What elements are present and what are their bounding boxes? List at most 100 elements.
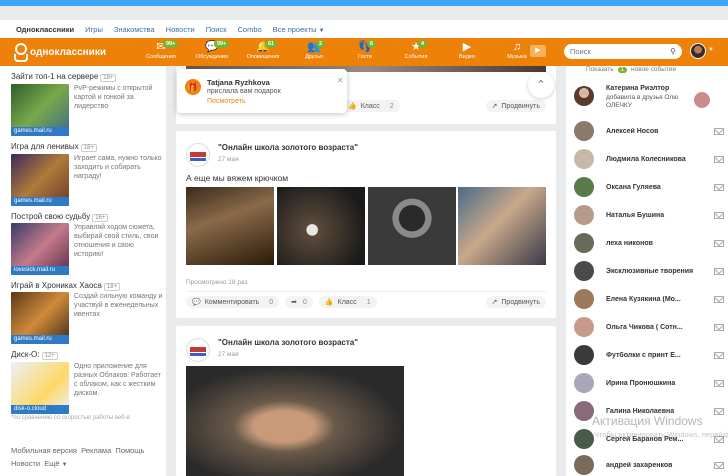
message-icon[interactable] <box>714 127 724 135</box>
group-avatar[interactable] <box>186 338 210 362</box>
friend-item[interactable]: Наталья Бушина <box>574 205 724 225</box>
friend-item[interactable]: Оксана Гуляева <box>574 177 724 197</box>
promo-title[interactable]: Зайти топ-1 на сервере 18+ <box>11 72 117 82</box>
ok-logo[interactable]: одноклассники <box>12 43 106 61</box>
toolbar-events[interactable]: ★ События 4 <box>396 40 436 66</box>
topnav-combo[interactable]: Combo <box>238 25 262 34</box>
toolbar-video[interactable]: ▶ Видео <box>447 40 487 66</box>
notification-view-link[interactable]: Посмотреть <box>207 98 246 105</box>
friend-item[interactable]: леха никонов <box>574 233 724 253</box>
promote-label: Продвинуть <box>501 298 540 306</box>
friend-name: андрей захаренков <box>606 461 673 469</box>
event-avatar[interactable] <box>574 86 594 106</box>
promo-title[interactable]: Построй свою судьбу 16+ <box>11 212 109 222</box>
friend-item[interactable]: Алексей Носов <box>574 121 724 141</box>
friend-item[interactable]: Ирина Пронюшкина <box>574 373 724 393</box>
friend-item[interactable]: Елена Кузякина (Мо... <box>574 289 724 309</box>
topnav-news[interactable]: Новости <box>166 25 195 34</box>
search-box[interactable]: ⚲ <box>564 44 682 59</box>
group-name[interactable]: "Онлайн школа золотого возраста" <box>218 143 358 152</box>
comment-count: 0 <box>269 298 274 306</box>
message-icon[interactable] <box>714 323 724 331</box>
player-play-icon[interactable]: ▶ <box>530 45 546 57</box>
friend-avatar <box>574 401 594 421</box>
badge: 6 <box>367 40 377 48</box>
friend-avatar <box>574 233 594 253</box>
post-photo-large[interactable] <box>186 366 404 476</box>
promo-image[interactable]: games.mail.ru <box>11 154 69 206</box>
message-icon[interactable] <box>714 155 724 163</box>
scroll-up-button[interactable]: ⌃ <box>528 72 554 98</box>
like-label: Класс <box>360 102 380 110</box>
friend-item[interactable]: Ольга Чикова ( Сотн... <box>574 317 724 337</box>
promo-image[interactable]: games.mail.ru <box>11 292 69 344</box>
promo-title[interactable]: Диск-О: 12+ <box>11 350 58 360</box>
message-icon[interactable] <box>714 461 724 469</box>
promo-title-text: Построй свою судьбу <box>11 212 91 221</box>
topnav-dating[interactable]: Знакомства <box>114 25 155 34</box>
promo-title[interactable]: Игра для ленивых 18+ <box>11 142 97 152</box>
user-avatar[interactable] <box>690 43 706 59</box>
toolbar-label: Гости <box>357 54 372 60</box>
search-input[interactable] <box>570 47 671 56</box>
friend-item[interactable]: Людмила Колесникова <box>574 149 724 169</box>
promote-button[interactable]: ↗ Продвинуть <box>485 100 546 112</box>
promo-image[interactable]: disk-o.cloud <box>11 362 69 414</box>
promote-button[interactable]: ↗ Продвинуть <box>485 296 546 308</box>
share-button[interactable]: ➦ 0 <box>285 296 313 308</box>
promo-image[interactable]: games.mail.ru <box>11 84 69 136</box>
message-icon[interactable] <box>714 379 724 387</box>
gift-notification[interactable]: 🎁 Tatjana Ryzhkova прислала вам подарок … <box>177 69 347 113</box>
message-icon[interactable] <box>714 239 724 247</box>
share-icon: ➦ <box>291 299 297 306</box>
group-name[interactable]: "Онлайн школа золотого возраста" <box>218 338 358 347</box>
like-button[interactable]: 👍 Класс 2 <box>342 100 400 112</box>
toolbar-notifications[interactable]: 🔔 Оповещения 61 <box>243 40 283 66</box>
gift-icon: 🎁 <box>185 79 201 95</box>
comment-button[interactable]: 💬 Комментировать 0 <box>186 296 280 308</box>
promo-caption: disk-o.cloud <box>11 405 69 414</box>
toolbar-messages[interactable]: ✉ Сообщения 99+ <box>141 40 181 66</box>
topnav-odnoklassniki[interactable]: Одноклассники <box>16 25 74 34</box>
friend-item[interactable]: андрей захаренков <box>574 455 724 475</box>
promo-image[interactable]: lovesick.mail.ru <box>11 223 69 275</box>
topnav-games[interactable]: Игры <box>85 25 103 34</box>
search-icon[interactable]: ⚲ <box>670 47 676 56</box>
chevron-down-icon[interactable]: ▼ <box>708 47 714 53</box>
badge: 61 <box>265 40 278 48</box>
toolbar-friends[interactable]: 👥 Друзья 2 <box>294 40 334 66</box>
message-icon[interactable] <box>714 351 724 359</box>
message-icon[interactable] <box>714 267 724 275</box>
new-events-header[interactable]: Показать 1 новое событие <box>586 66 676 73</box>
friend-avatar <box>574 121 594 141</box>
toolbar-guests[interactable]: 👣 Гости 6 <box>345 40 385 66</box>
footer-more-link[interactable]: Ещё <box>44 459 59 468</box>
post-photo[interactable] <box>458 187 546 265</box>
like-button[interactable]: 👍 Класс 1 <box>318 296 377 308</box>
toolbar-label: Видео <box>458 54 476 60</box>
badge: 99+ <box>214 40 230 48</box>
notification-sender[interactable]: Tatjana Ryzhkova <box>207 78 270 87</box>
message-icon[interactable] <box>714 183 724 191</box>
post-photo[interactable] <box>368 187 456 265</box>
event-friend-thumbnail[interactable] <box>694 92 710 108</box>
friend-avatar <box>574 429 594 449</box>
friend-item[interactable]: Эксклюзивные творения <box>574 261 724 281</box>
toolbar-discussions[interactable]: 💬 Обсуждения 99+ <box>192 40 232 66</box>
topnav-search[interactable]: Поиск <box>206 25 227 34</box>
message-icon[interactable] <box>714 407 724 415</box>
footer-help-link[interactable]: Помощь <box>115 446 144 455</box>
message-icon[interactable] <box>714 211 724 219</box>
message-icon[interactable] <box>714 295 724 303</box>
event-user-name[interactable]: Катерина Риэлтор <box>606 85 669 92</box>
close-icon[interactable]: ✕ <box>337 76 344 85</box>
post-photo[interactable] <box>277 187 365 265</box>
footer-news-link[interactable]: Новости <box>11 459 40 468</box>
post-photo[interactable] <box>186 187 274 265</box>
promo-title[interactable]: Играй в Хрониках Хаоса 18+ <box>11 281 121 291</box>
group-avatar[interactable] <box>186 143 210 167</box>
topnav-all-projects[interactable]: Все проекты ▼ <box>273 25 325 34</box>
footer-mobile-link[interactable]: Мобильная версия <box>11 446 77 455</box>
friend-item[interactable]: Футболки с принт Е... <box>574 345 724 365</box>
footer-ads-link[interactable]: Реклама <box>81 446 111 455</box>
